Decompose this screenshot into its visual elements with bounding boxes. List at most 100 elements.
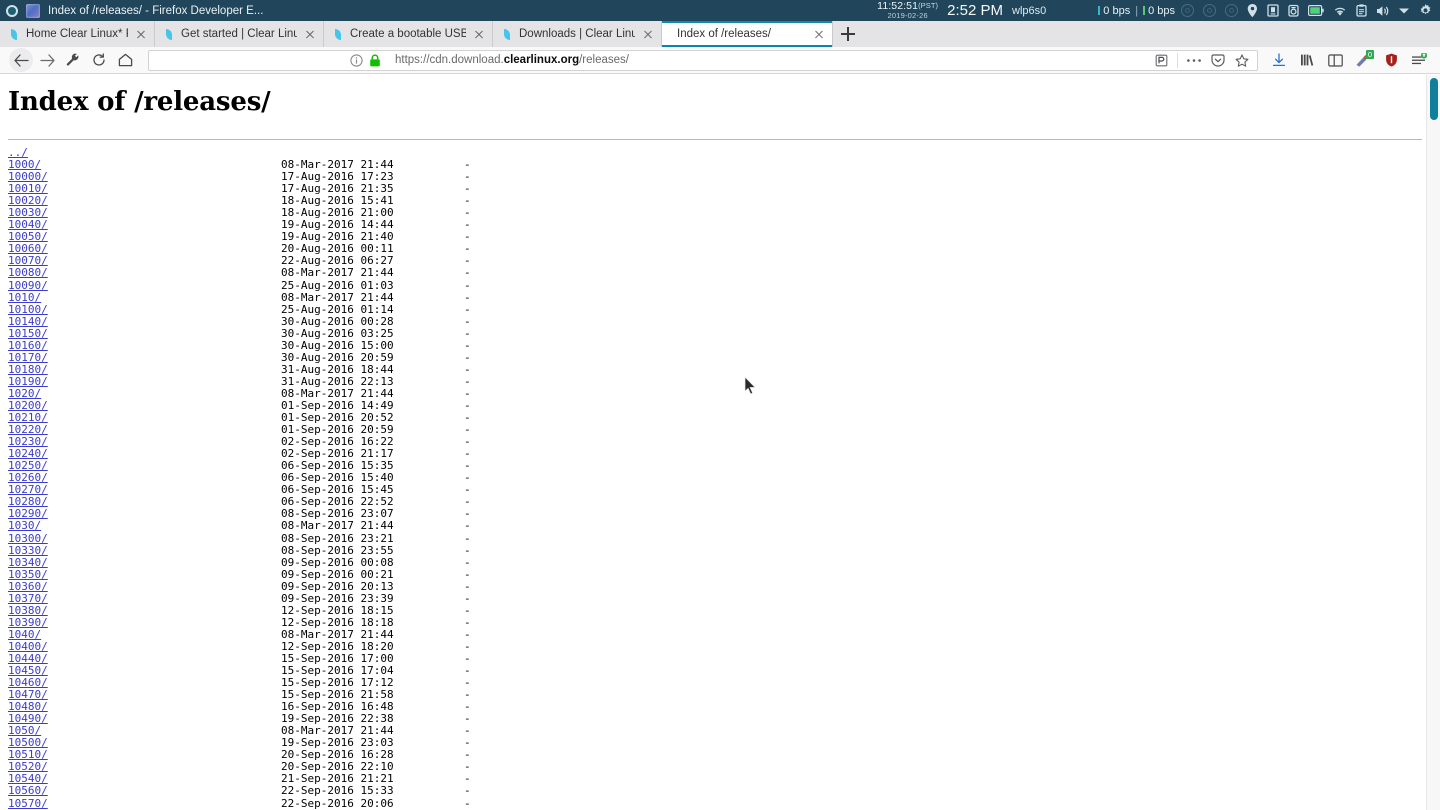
directory-link[interactable]: 10100/	[8, 303, 48, 316]
tab-close-icon[interactable]	[303, 27, 317, 41]
workspace-ring-3-icon[interactable]	[1225, 4, 1238, 17]
back-button[interactable]	[8, 48, 34, 72]
window-title: Index of /releases/ - Firefox Developer …	[48, 4, 264, 17]
wifi-icon[interactable]	[1333, 5, 1347, 17]
directory-link[interactable]: 10360/	[8, 580, 48, 593]
entry-size: -	[464, 591, 471, 605]
ublock-shield-icon[interactable]	[1378, 49, 1404, 71]
entry-size: -	[464, 531, 471, 545]
directory-link[interactable]: 10090/	[8, 279, 48, 292]
address-bar[interactable]: https://cdn.download.clearlinux.org/rele…	[148, 49, 1258, 71]
directory-row: 1020/08-Mar-2017 21:44-	[8, 387, 1440, 400]
page-actions-ellipsis-icon[interactable]	[1183, 51, 1205, 70]
entry-date: 09-Sep-2016 23:39	[281, 591, 394, 605]
reload-button[interactable]	[86, 49, 112, 71]
directory-row: 10040/19-Aug-2016 14:44-	[8, 219, 1440, 231]
entry-date: 09-Sep-2016 00:21	[281, 567, 394, 581]
directory-row: 10370/09-Sep-2016 23:39 -	[8, 591, 1440, 605]
toolbar-right-icons: 0	[1266, 49, 1432, 71]
workspace-ring-1-icon[interactable]	[1181, 4, 1194, 17]
tab-close-icon[interactable]	[472, 27, 486, 41]
tab-label: Downloads | Clear Linux* |	[519, 28, 635, 40]
downloads-icon[interactable]	[1266, 49, 1292, 71]
hamburger-menu-icon[interactable]	[1406, 49, 1432, 71]
network-rate: 0 bps | 0 bps	[1098, 5, 1175, 17]
pocket-icon[interactable]	[1207, 51, 1229, 70]
browser-tab-bar: Home Clear Linux* Project Get started | …	[0, 21, 1440, 47]
workspace-ring-2-icon[interactable]	[1203, 4, 1216, 17]
volume-icon[interactable]	[1376, 5, 1389, 17]
page-title: Index of /releases/	[8, 87, 271, 117]
entry-size: -	[464, 579, 471, 593]
directory-row: 10560/22-Sep-2016 15:33 -	[8, 785, 1440, 797]
directory-row: 10520/20-Sep-2016 22:10-	[8, 761, 1440, 773]
settings-gear-icon[interactable]	[1419, 4, 1432, 17]
browser-nav-bar: https://cdn.download.clearlinux.org/rele…	[0, 47, 1440, 74]
page-scrollbar[interactable]	[1426, 75, 1440, 810]
tab-label: Index of /releases/	[677, 28, 771, 40]
home-button[interactable]	[112, 49, 138, 71]
directory-row: 10540/21-Sep-2016 21:21-	[8, 773, 1440, 785]
entry-date: 30-Aug-2016 00:28	[281, 314, 394, 328]
panel-clock[interactable]: 11:52:51(PST) 2019-02-26	[877, 1, 938, 19]
devtools-wrench-icon[interactable]	[60, 49, 86, 71]
directory-row: 10570/22-Sep-2016 20:06 -	[8, 796, 1440, 810]
directory-row: 10250/06-Sep-2016 15:35-	[8, 460, 1440, 472]
entry-size: -	[464, 567, 471, 581]
extension-icon[interactable]: 0	[1350, 49, 1376, 71]
directory-link[interactable]: 10350/	[8, 568, 48, 581]
directory-link[interactable]: 10370/	[8, 592, 48, 605]
entry-date: 22-Sep-2016 20:06	[281, 796, 394, 810]
directory-link[interactable]: 10330/	[8, 544, 48, 557]
workspace-indicator-icon[interactable]	[6, 4, 18, 17]
tab-3[interactable]: Downloads | Clear Linux* |	[493, 21, 662, 47]
tab-0[interactable]: Home Clear Linux* Project	[0, 21, 155, 47]
directory-row: 10390/12-Sep-2016 18:18-	[8, 616, 1440, 629]
directory-row: 10160/30-Aug-2016 15:00 -	[8, 339, 1440, 352]
directory-link[interactable]: 10080/	[8, 267, 48, 279]
directory-link[interactable]: 10570/	[8, 797, 48, 810]
entry-date: 30-Aug-2016 03:25	[281, 326, 394, 340]
directory-link[interactable]: 1010/	[8, 291, 41, 304]
location-icon[interactable]	[1247, 4, 1258, 17]
directory-link[interactable]: 10160/	[8, 339, 48, 352]
display-icon[interactable]	[1267, 4, 1279, 17]
toolbar-divider	[1177, 52, 1178, 68]
directory-link[interactable]: 10140/	[8, 315, 48, 328]
tab-1[interactable]: Get started | Clear Linux*	[155, 21, 324, 47]
directory-row: 10230/02-Sep-2016 16:22-	[8, 436, 1440, 448]
new-tab-button[interactable]	[833, 21, 863, 47]
directory-row: 10290/08-Sep-2016 23:07-	[8, 508, 1440, 520]
directory-link[interactable]: 10560/	[8, 785, 48, 797]
tab-close-icon[interactable]	[812, 27, 826, 41]
reader-mode-icon[interactable]	[1150, 51, 1172, 70]
entry-date: 25-Aug-2016 01:03	[281, 278, 394, 292]
directory-row: 1040/08-Mar-2017 21:44-	[8, 628, 1440, 641]
directory-row: 10360/09-Sep-2016 20:13 -	[8, 579, 1440, 593]
info-circle-icon[interactable]	[350, 53, 363, 67]
directory-link[interactable]: 1030/	[8, 520, 41, 532]
library-icon[interactable]	[1294, 49, 1320, 71]
bookmark-star-icon[interactable]	[1231, 51, 1253, 70]
directory-link[interactable]: 10340/	[8, 556, 48, 569]
backup-icon[interactable]	[1288, 4, 1299, 17]
tab-close-icon[interactable]	[641, 27, 655, 41]
chevron-down-icon[interactable]	[1398, 7, 1410, 15]
tab-2[interactable]: Create a bootable USB dri	[324, 21, 493, 47]
directory-row: 10170/30-Aug-2016 20:59-	[8, 351, 1440, 364]
directory-link[interactable]: 10150/	[8, 327, 48, 340]
entry-size: -	[464, 796, 471, 810]
sidebar-icon[interactable]	[1322, 49, 1348, 71]
tab-4[interactable]: Index of /releases/	[662, 21, 833, 47]
lock-icon[interactable]	[369, 53, 381, 67]
address-bar-identity[interactable]: https://cdn.download.clearlinux.org/rele…	[350, 53, 629, 67]
tab-close-icon[interactable]	[134, 27, 148, 41]
clipboard-icon[interactable]	[1356, 4, 1367, 17]
forward-button[interactable]	[34, 49, 60, 71]
battery-icon[interactable]	[1308, 5, 1324, 16]
download-bar-icon	[1098, 6, 1101, 15]
horizontal-rule	[8, 139, 1422, 140]
directory-link[interactable]: 10300/	[8, 532, 48, 545]
entry-size: -	[464, 266, 471, 280]
scrollbar-thumb[interactable]	[1430, 78, 1438, 120]
